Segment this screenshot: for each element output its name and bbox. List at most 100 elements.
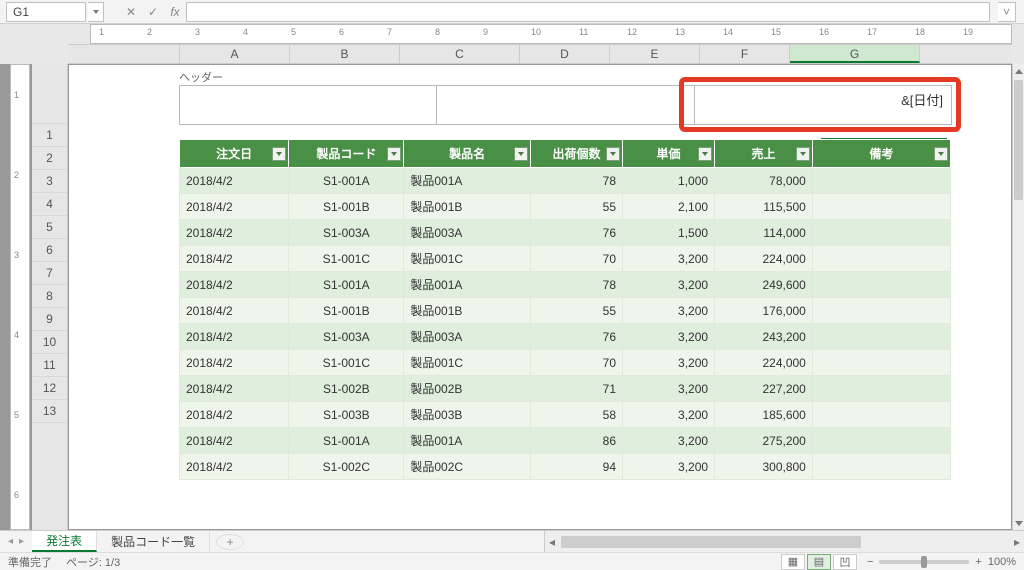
hscroll-thumb[interactable] — [561, 536, 861, 548]
table-row[interactable]: 2018/4/2S1-003B製品003B583,200185,600 — [180, 402, 951, 428]
tab-nav[interactable]: ◂ ▸ — [0, 531, 32, 552]
table-row[interactable]: 2018/4/2S1-002C製品002C943,200300,800 — [180, 454, 951, 480]
column-header-F[interactable]: F — [700, 45, 790, 63]
row-header-12[interactable]: 12 — [32, 377, 67, 400]
cell[interactable] — [812, 402, 950, 428]
cell[interactable]: 227,200 — [715, 376, 813, 402]
table-row[interactable]: 2018/4/2S1-001B製品001B552,100115,500 — [180, 194, 951, 220]
cell[interactable] — [812, 428, 950, 454]
filter-icon[interactable] — [934, 147, 948, 161]
cell[interactable]: 2018/4/2 — [180, 168, 289, 194]
cell[interactable]: 3,200 — [623, 376, 715, 402]
cell[interactable]: 3,200 — [623, 246, 715, 272]
table-row[interactable]: 2018/4/2S1-001C製品001C703,200224,000 — [180, 246, 951, 272]
cell[interactable]: 3,200 — [623, 350, 715, 376]
zoom-control[interactable]: − + 100% — [867, 556, 1016, 568]
cell[interactable]: S1-001B — [289, 194, 404, 220]
table-row[interactable]: 2018/4/2S1-001B製品001B553,200176,000 — [180, 298, 951, 324]
table-row[interactable]: 2018/4/2S1-001A製品001A783,200249,600 — [180, 272, 951, 298]
cell[interactable]: 2018/4/2 — [180, 272, 289, 298]
table-header-2[interactable]: 製品名 — [404, 140, 531, 168]
filter-icon[interactable] — [272, 147, 286, 161]
cell[interactable]: S1-001C — [289, 350, 404, 376]
cell[interactable]: S1-001B — [289, 298, 404, 324]
cell[interactable]: S1-003A — [289, 324, 404, 350]
cell[interactable]: 製品002C — [404, 454, 531, 480]
cell[interactable]: 3,200 — [623, 272, 715, 298]
cell[interactable]: 2018/4/2 — [180, 454, 289, 480]
row-header-7[interactable]: 7 — [32, 262, 67, 285]
cell[interactable]: 243,200 — [715, 324, 813, 350]
cell[interactable]: S1-003A — [289, 220, 404, 246]
cell[interactable]: 2018/4/2 — [180, 194, 289, 220]
cell[interactable]: 製品003A — [404, 324, 531, 350]
scroll-down-icon[interactable] — [1013, 516, 1024, 530]
cell[interactable]: 製品001A — [404, 168, 531, 194]
row-header-4[interactable]: 4 — [32, 193, 67, 216]
row-header-2[interactable]: 2 — [32, 147, 67, 170]
filter-icon[interactable] — [387, 147, 401, 161]
cell[interactable]: S1-001A — [289, 168, 404, 194]
column-header-A[interactable]: A — [180, 45, 290, 63]
cell[interactable]: S1-001C — [289, 246, 404, 272]
cell[interactable]: 76 — [530, 220, 622, 246]
confirm-icon[interactable]: ✓ — [142, 2, 164, 22]
cell[interactable]: 176,000 — [715, 298, 813, 324]
data-table[interactable]: 注文日製品コード製品名出荷個数単価売上備考 2018/4/2S1-001A製品0… — [179, 139, 951, 480]
table-row[interactable]: 2018/4/2S1-001C製品001C703,200224,000 — [180, 350, 951, 376]
row-header-13[interactable]: 13 — [32, 400, 67, 423]
cell[interactable]: 78 — [530, 168, 622, 194]
cell[interactable]: 185,600 — [715, 402, 813, 428]
row-header-3[interactable]: 3 — [32, 170, 67, 193]
table-row[interactable]: 2018/4/2S1-003A製品003A763,200243,200 — [180, 324, 951, 350]
cell[interactable]: 製品001A — [404, 428, 531, 454]
column-header-E[interactable]: E — [610, 45, 700, 63]
cell[interactable]: 71 — [530, 376, 622, 402]
cell[interactable]: 製品002B — [404, 376, 531, 402]
filter-icon[interactable] — [796, 147, 810, 161]
cell[interactable]: 3,200 — [623, 324, 715, 350]
hscroll-left-icon[interactable]: ◂ — [545, 535, 559, 549]
cell[interactable]: 275,200 — [715, 428, 813, 454]
column-header-C[interactable]: C — [400, 45, 520, 63]
cell[interactable]: 55 — [530, 194, 622, 220]
cancel-icon[interactable]: ✕ — [120, 2, 142, 22]
horizontal-scrollbar[interactable]: ◂ ▸ — [544, 531, 1024, 552]
cell[interactable]: 55 — [530, 298, 622, 324]
row-header-6[interactable]: 6 — [32, 239, 67, 262]
cell[interactable]: S1-002C — [289, 454, 404, 480]
cell[interactable]: 300,800 — [715, 454, 813, 480]
column-header-D[interactable]: D — [520, 45, 610, 63]
cell[interactable]: 製品001A — [404, 272, 531, 298]
cell[interactable] — [812, 220, 950, 246]
table-row[interactable]: 2018/4/2S1-003A製品003A761,500114,000 — [180, 220, 951, 246]
zoom-slider[interactable] — [879, 560, 969, 564]
table-header-4[interactable]: 単価 — [623, 140, 715, 168]
cell[interactable]: 224,000 — [715, 246, 813, 272]
name-box[interactable]: G1 — [6, 2, 86, 22]
table-row[interactable]: 2018/4/2S1-001A製品001A863,200275,200 — [180, 428, 951, 454]
cell[interactable]: S1-001A — [289, 272, 404, 298]
sheet-tab-1[interactable]: 製品コード一覧 — [97, 531, 210, 552]
cell[interactable] — [812, 454, 950, 480]
cell[interactable]: 78 — [530, 272, 622, 298]
tab-next-icon[interactable]: ▸ — [19, 536, 24, 547]
name-box-dropdown[interactable] — [88, 2, 104, 22]
cell[interactable]: 2,100 — [623, 194, 715, 220]
filter-icon[interactable] — [606, 147, 620, 161]
cell[interactable]: 製品003B — [404, 402, 531, 428]
cell[interactable] — [812, 168, 950, 194]
cell[interactable]: S1-001A — [289, 428, 404, 454]
vscroll-thumb[interactable] — [1014, 80, 1023, 200]
select-all-corner[interactable] — [68, 45, 180, 63]
cell[interactable] — [812, 376, 950, 402]
cell[interactable]: 76 — [530, 324, 622, 350]
cell[interactable]: S1-003B — [289, 402, 404, 428]
cell[interactable]: 2018/4/2 — [180, 324, 289, 350]
cell[interactable] — [812, 246, 950, 272]
cell[interactable] — [812, 298, 950, 324]
zoom-out-button[interactable]: − — [867, 556, 873, 568]
column-header-B[interactable]: B — [290, 45, 400, 63]
table-row[interactable]: 2018/4/2S1-002B製品002B713,200227,200 — [180, 376, 951, 402]
cell[interactable]: 製品001C — [404, 246, 531, 272]
